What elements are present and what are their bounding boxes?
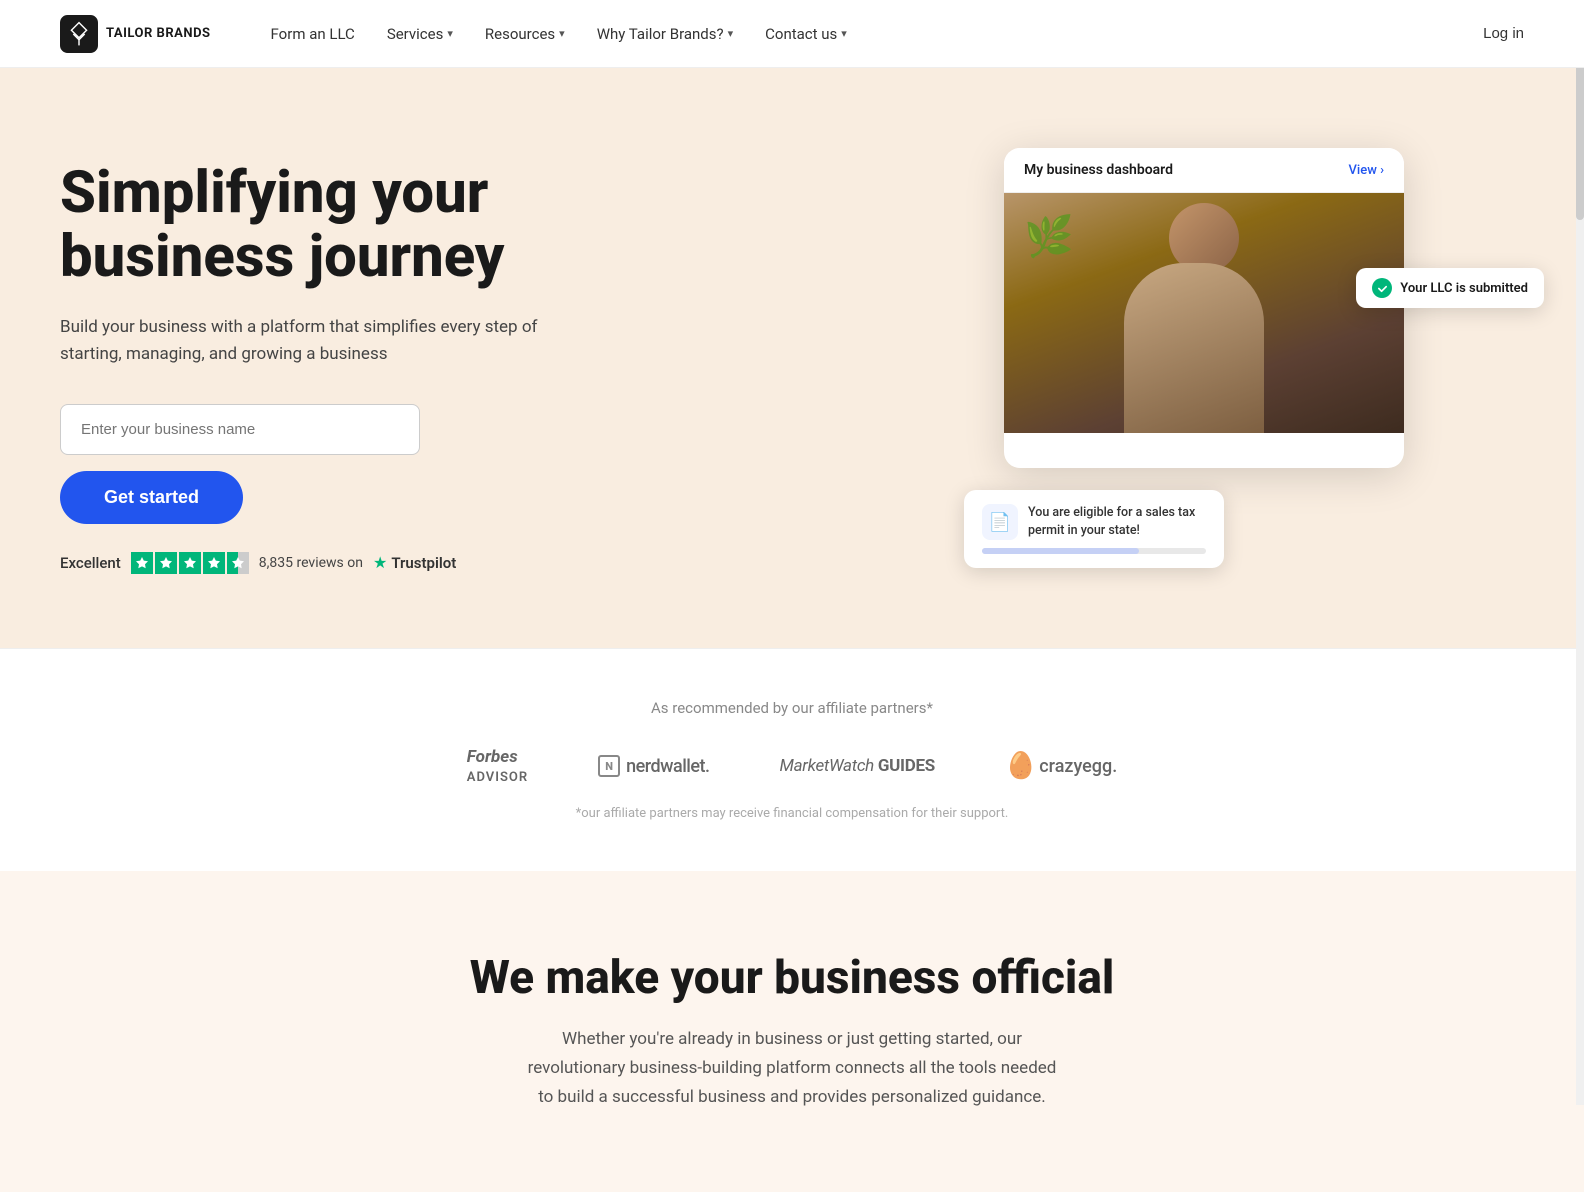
why-tailor-chevron-icon: ▾	[728, 27, 734, 40]
partners-section: As recommended by our affiliate partners…	[0, 648, 1584, 871]
trustpilot-row: Excellent 8,835 reviews on	[60, 552, 620, 574]
partner-disclaimer: *our affiliate partners may receive fina…	[60, 806, 1524, 821]
hero-title: Simplifying your business journey	[60, 162, 620, 290]
bottom-title: We make your business official	[60, 951, 1524, 1005]
dashboard-title: My business dashboard	[1024, 162, 1173, 178]
tax-progress-fill	[982, 548, 1139, 554]
nav-right: Log in	[1483, 25, 1524, 42]
star-rating	[131, 552, 249, 574]
services-chevron-icon: ▾	[447, 27, 453, 40]
dashboard-image: 🌿	[1004, 193, 1404, 433]
hero-section: Simplifying your business journey Build …	[0, 68, 1584, 648]
crazyegg-logo: 🥚 crazyegg.	[1005, 751, 1117, 781]
contact-chevron-icon: ▾	[841, 27, 847, 40]
star-1	[131, 552, 153, 574]
nav-services[interactable]: Services ▾	[387, 25, 453, 43]
marketwatch-logo: MarketWatch GUIDES	[780, 756, 935, 776]
bottom-subtitle: Whether you're already in business or ju…	[522, 1025, 1062, 1112]
partner-logos: Forbes ADVISOR N nerdwallet. MarketWatch…	[60, 747, 1524, 786]
nerdwallet-logo: N nerdwallet.	[598, 755, 709, 777]
nav-resources[interactable]: Resources ▾	[485, 25, 565, 43]
forbes-logo: Forbes ADVISOR	[467, 747, 528, 786]
get-started-button[interactable]: Get started	[60, 471, 243, 524]
trustpilot-star-icon: ★	[373, 553, 387, 572]
tax-progress-bar	[982, 548, 1206, 554]
excellent-label: Excellent	[60, 554, 121, 572]
hero-right: My business dashboard View › 🌿 Your LLC …	[964, 148, 1524, 588]
nav-contact[interactable]: Contact us ▾	[765, 25, 847, 43]
tax-permit-card: 📄 You are eligible for a sales tax permi…	[964, 490, 1224, 568]
llc-text: Your LLC is submitted	[1400, 281, 1528, 296]
hero-subtitle: Build your business with a platform that…	[60, 314, 540, 368]
dashboard-header: My business dashboard View ›	[1004, 148, 1404, 193]
tax-card-header: 📄 You are eligible for a sales tax permi…	[982, 504, 1206, 540]
nav-form-llc[interactable]: Form an LLC	[271, 25, 355, 43]
nerdwallet-icon: N	[598, 755, 620, 777]
trustpilot-logo: ★ Trustpilot	[373, 553, 456, 572]
tax-permit-text: You are eligible for a sales tax permit …	[1028, 504, 1206, 539]
llc-submitted-badge: Your LLC is submitted	[1356, 268, 1544, 308]
logo-link[interactable]: TAILOR BRANDS	[60, 15, 211, 53]
check-circle-icon	[1372, 278, 1392, 298]
reviews-text: 8,835 reviews on	[259, 555, 363, 571]
star-2	[155, 552, 177, 574]
scrollbar[interactable]	[1576, 0, 1584, 1105]
dashboard-view-link[interactable]: View ›	[1349, 163, 1384, 178]
business-name-input[interactable]	[60, 404, 420, 455]
resources-chevron-icon: ▾	[559, 27, 565, 40]
plant-icon: 🌿	[1024, 213, 1074, 260]
tailor-brands-icon	[60, 15, 98, 53]
star-3	[179, 552, 201, 574]
bottom-section: We make your business official Whether y…	[0, 871, 1584, 1192]
hero-left: Simplifying your business journey Build …	[60, 162, 620, 574]
logo-text: TAILOR BRANDS	[106, 26, 211, 42]
navbar: TAILOR BRANDS Form an LLC Services ▾ Res…	[0, 0, 1584, 68]
partners-tagline: As recommended by our affiliate partners…	[60, 699, 1524, 717]
login-button[interactable]: Log in	[1483, 25, 1524, 42]
nav-why-tailor[interactable]: Why Tailor Brands? ▾	[597, 25, 733, 43]
document-icon: 📄	[982, 504, 1018, 540]
person-photo: 🌿	[1004, 193, 1404, 433]
dashboard-card: My business dashboard View › 🌿	[1004, 148, 1404, 468]
trustpilot-name: Trustpilot	[391, 554, 456, 572]
star-4	[203, 552, 225, 574]
star-5-half	[227, 552, 249, 574]
nav-links: Form an LLC Services ▾ Resources ▾ Why T…	[271, 25, 1484, 43]
